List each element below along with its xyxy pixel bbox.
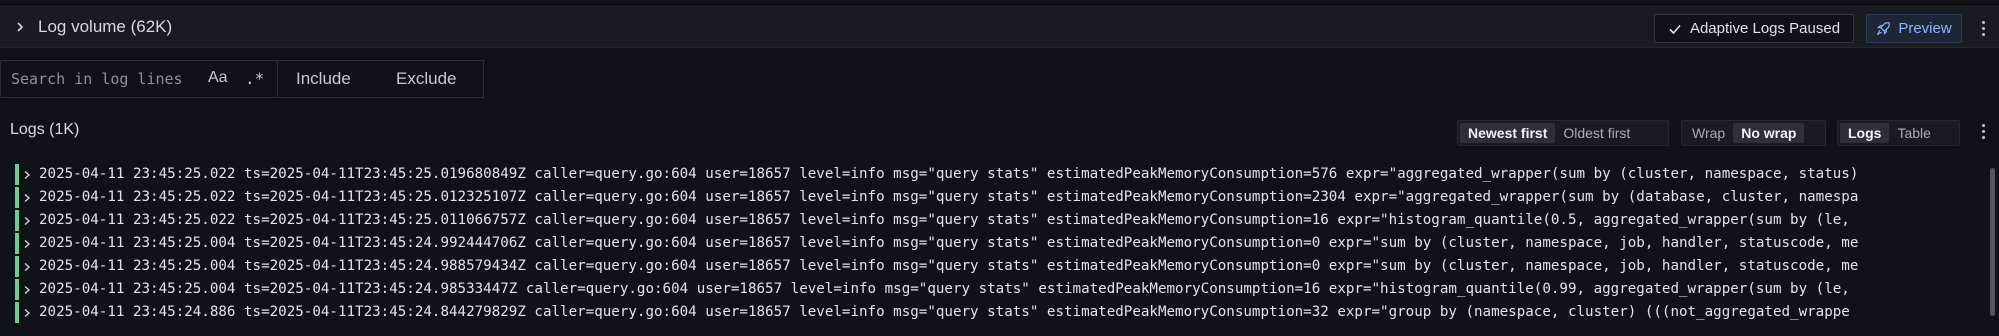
filter-buttons: Include Exclude [278, 60, 484, 98]
preview-button[interactable]: Preview [1866, 14, 1962, 43]
logs-title: Logs (1K) [10, 121, 80, 138]
log-volume-toggle[interactable]: Log volume (62K) [14, 17, 172, 37]
preview-label: Preview [1898, 20, 1952, 37]
expand-chevron-icon[interactable] [22, 170, 32, 180]
view-mode-toggle: Logs Table [1837, 120, 1960, 146]
expand-chevron-icon[interactable] [22, 285, 32, 295]
log-line-text: 2025-04-11 23:45:25.022 ts=2025-04-11T23… [39, 166, 1859, 182]
level-indicator [15, 302, 19, 323]
newest-first-option[interactable]: Newest first [1460, 123, 1556, 143]
log-volume-panel: Log volume (62K) Adaptive Logs Paused Pr… [0, 6, 1999, 48]
log-line-text: 2025-04-11 23:45:25.022 ts=2025-04-11T23… [39, 189, 1859, 205]
wrap-option[interactable]: Wrap [1684, 123, 1733, 143]
log-search-box: Aa .* [0, 60, 278, 98]
log-line-text: 2025-04-11 23:45:25.004 ts=2025-04-11T23… [39, 235, 1859, 251]
log-volume-menu-icon[interactable] [1982, 21, 1986, 36]
wrap-toggle: Wrap No wrap [1681, 120, 1826, 146]
log-row[interactable]: 2025-04-11 23:45:25.004 ts=2025-04-11T23… [0, 256, 1999, 279]
expand-chevron-icon[interactable] [22, 308, 32, 318]
level-indicator [15, 233, 19, 254]
regex-toggle[interactable]: .* [245, 69, 264, 88]
log-lines-list: 2025-04-11 23:45:25.022 ts=2025-04-11T23… [0, 160, 1999, 336]
log-row[interactable]: 2025-04-11 23:45:25.022 ts=2025-04-11T23… [0, 164, 1999, 187]
logs-menu-icon[interactable] [1982, 124, 1986, 139]
table-view-option[interactable]: Table [1889, 123, 1938, 143]
expand-chevron-icon[interactable] [22, 193, 32, 203]
exclude-button[interactable]: Exclude [396, 69, 456, 89]
check-icon [1669, 24, 1681, 34]
log-row[interactable]: 2025-04-11 23:45:24.886 ts=2025-04-11T23… [0, 302, 1999, 325]
log-line-text: 2025-04-11 23:45:25.004 ts=2025-04-11T23… [39, 258, 1859, 274]
sort-order-toggle: Newest first Oldest first [1457, 120, 1669, 146]
search-input[interactable] [11, 70, 201, 88]
log-line-text: 2025-04-11 23:45:24.886 ts=2025-04-11T23… [39, 304, 1850, 320]
oldest-first-option[interactable]: Oldest first [1555, 123, 1638, 143]
expand-chevron-icon[interactable] [22, 262, 32, 272]
log-volume-title: Log volume (62K) [38, 17, 173, 36]
log-row[interactable]: 2025-04-11 23:45:25.004 ts=2025-04-11T23… [0, 233, 1999, 256]
level-indicator [15, 256, 19, 277]
level-indicator [15, 279, 19, 300]
chevron-right-icon [17, 22, 24, 32]
level-indicator [15, 164, 19, 185]
log-row[interactable]: 2025-04-11 23:45:25.022 ts=2025-04-11T23… [0, 187, 1999, 210]
expand-chevron-icon[interactable] [22, 239, 32, 249]
log-row[interactable]: 2025-04-11 23:45:25.004 ts=2025-04-11T23… [0, 279, 1999, 302]
match-case-toggle[interactable]: Aa [208, 69, 228, 87]
log-row[interactable]: 2025-04-11 23:45:25.022 ts=2025-04-11T23… [0, 210, 1999, 233]
expand-chevron-icon[interactable] [22, 216, 32, 226]
level-indicator [15, 187, 19, 208]
log-line-text: 2025-04-11 23:45:25.022 ts=2025-04-11T23… [39, 212, 1850, 228]
include-button[interactable]: Include [296, 69, 351, 89]
adaptive-logs-button[interactable]: Adaptive Logs Paused [1654, 14, 1854, 43]
adaptive-logs-label: Adaptive Logs Paused [1689, 20, 1841, 37]
log-line-text: 2025-04-11 23:45:25.004 ts=2025-04-11T23… [39, 281, 1850, 297]
level-indicator [15, 210, 19, 231]
rocket-icon [1876, 22, 1891, 36]
logs-view-option[interactable]: Logs [1840, 123, 1890, 143]
log-scrollbar[interactable] [1990, 168, 1995, 316]
no-wrap-option[interactable]: No wrap [1733, 123, 1805, 143]
